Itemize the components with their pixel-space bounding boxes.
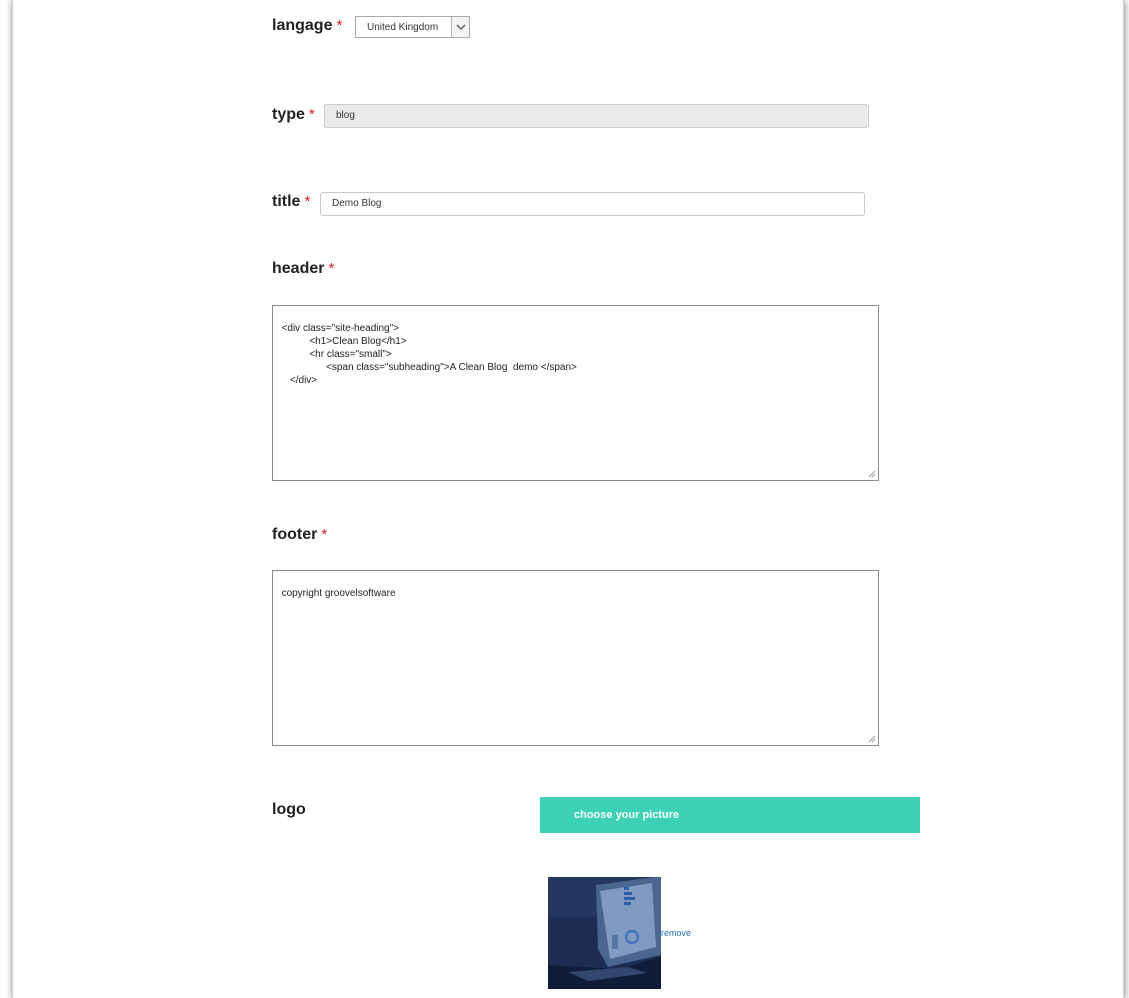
required-mark: *	[328, 260, 335, 277]
language-select[interactable]: United Kingdom	[355, 16, 470, 38]
title-label-text: title	[272, 193, 301, 210]
required-mark: *	[321, 526, 328, 543]
resize-grip-icon[interactable]	[867, 734, 876, 743]
logo-thumbnail	[548, 877, 661, 989]
header-label-text: header	[272, 260, 325, 277]
required-mark: *	[336, 17, 343, 34]
language-label: langage *	[272, 17, 342, 35]
required-mark: *	[304, 193, 311, 210]
choose-picture-button[interactable]: choose your picture	[540, 797, 920, 833]
type-label-text: type	[272, 106, 305, 123]
title-label: title *	[272, 193, 310, 211]
chevron-down-icon[interactable]	[451, 17, 469, 37]
footer-textarea[interactable]: copyright groovelsoftware	[272, 570, 879, 746]
resize-grip-icon[interactable]	[867, 469, 876, 478]
page-frame	[12, 0, 1124, 998]
language-label-text: langage	[272, 17, 333, 34]
header-textarea[interactable]: <div class="site-heading"> <h1>Clean Blo…	[272, 305, 879, 481]
footer-textarea-content: copyright groovelsoftware	[281, 588, 396, 599]
footer-label: footer *	[272, 526, 327, 544]
language-select-value: United Kingdom	[367, 22, 439, 33]
title-input[interactable]: Demo Blog	[320, 192, 865, 216]
laptop-image	[548, 877, 661, 989]
type-label: type *	[272, 106, 315, 124]
remove-logo-link[interactable]: remove	[661, 928, 691, 938]
type-field: blog	[324, 104, 869, 128]
required-mark: *	[308, 106, 315, 123]
header-textarea-content: <div class="site-heading"> <h1>Clean Blo…	[281, 323, 577, 386]
header-label: header *	[272, 260, 334, 278]
logo-label: logo	[272, 801, 306, 818]
footer-label-text: footer	[272, 526, 318, 543]
